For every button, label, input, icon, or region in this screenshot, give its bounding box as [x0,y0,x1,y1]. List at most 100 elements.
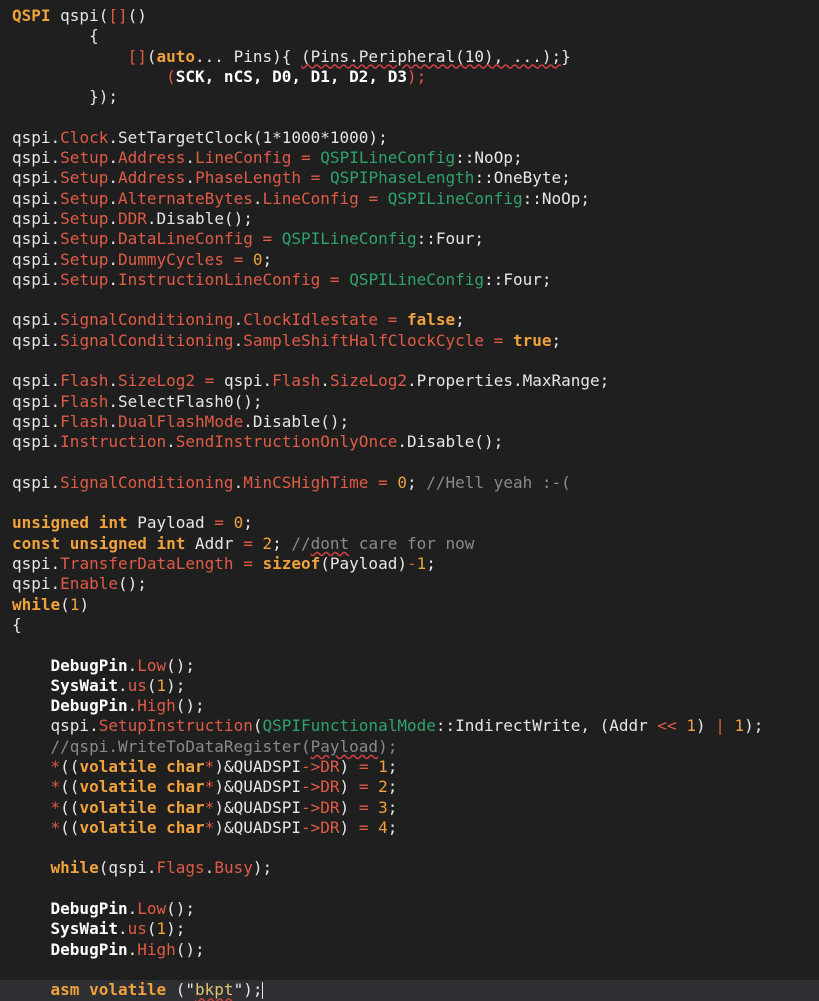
code-token: qspi. [12,249,61,269]
code-token: = [301,168,330,188]
code-token: QSPIPhaseLength [329,168,475,188]
code-line[interactable]: qspi.Setup.DDR.Disable(); [0,209,819,229]
code-line[interactable]: { [0,26,819,46]
code-line[interactable]: qspi.Flash.SelectFlash0(); [0,392,819,412]
code-line[interactable]: qspi.Setup.Address.PhaseLength = QSPIPha… [0,168,819,188]
code-token: ; [243,513,253,533]
code-token: DebugPin [50,939,128,959]
code-line[interactable]: qspi.Setup.Address.LineConfig = QSPILine… [0,148,819,168]
code-line[interactable]: SysWait.us(1); [0,676,819,696]
code-line[interactable]: DebugPin.High(); [0,940,819,960]
code-line[interactable]: DebugPin.Low(); [0,656,819,676]
code-token: Setup [60,208,109,228]
code-token: SetupInstruction [98,716,253,736]
code-token: 1 [378,756,388,776]
code-line[interactable]: qspi.SetupInstruction(QSPIFunctionalMode… [0,716,819,736]
code-line[interactable] [0,290,819,310]
code-token: false [406,310,456,330]
code-line[interactable]: }); [0,87,819,107]
code-token: LineConfig [262,188,359,208]
code-line[interactable]: qspi.Setup.InstructionLineConfig = QSPIL… [0,270,819,290]
code-token: High [137,939,176,959]
code-line[interactable]: { [0,615,819,635]
code-line[interactable]: *((volatile char*)&QUADSPI->DR) = 2; [0,777,819,797]
code-token: * [50,756,61,776]
code-line[interactable]: qspi.Instruction.SendInstructionOnlyOnce… [0,432,819,452]
code-token: ( [146,46,157,66]
code-token: = [358,188,388,208]
code-token: ; [426,554,436,574]
code-line[interactable]: DebugPin.Low(); [0,899,819,919]
code-token: ) [79,594,90,614]
code-line[interactable]: qspi.Setup.DummyCycles = 0; [0,250,819,270]
code-line[interactable]: unsigned int Payload = 0; [0,513,819,533]
code-line[interactable]: asm volatile ("bkpt"); [0,980,819,1001]
code-token: SignalConditioning [60,472,234,492]
code-token: = [252,229,282,249]
code-token: Clock [60,127,109,147]
code-token: -> [301,817,321,837]
code-line[interactable]: qspi.Flash.SizeLog2 = qspi.Flash.SizeLog… [0,371,819,391]
code-line[interactable] [0,107,819,127]
code-line[interactable]: SysWait.us(1); [0,919,819,939]
code-token: Setup [60,148,109,168]
code-token: . [108,188,118,208]
code-token: ); [744,716,764,736]
code-token: //qspi.WriteToDataRegister( [12,736,311,756]
code-token: (" [166,980,196,1000]
code-line[interactable] [0,960,819,980]
code-line[interactable]: qspi.TransferDataLength = sizeof(Payload… [0,554,819,574]
code-line[interactable]: *((volatile char*)&QUADSPI->DR) = 4; [0,818,819,838]
code-token: qspi. [12,554,61,574]
code-line[interactable]: const unsigned int Addr = 2; //dont care… [0,534,819,554]
code-line[interactable]: qspi.SignalConditioning.SampleShiftHalfC… [0,331,819,351]
code-token: . [108,208,118,228]
code-token: (); [117,574,147,594]
code-line[interactable]: (SCK, nCS, D0, D1, D2, D3); [0,67,819,87]
code-line[interactable]: qspi.Clock.SetTargetClock(1*1000*1000); [0,128,819,148]
code-line[interactable]: //qspi.WriteToDataRegister(Payload); [0,737,819,757]
code-token: sizeof [262,554,321,574]
code-line[interactable]: while(1) [0,595,819,615]
code-token: SizeLog2 [117,371,196,391]
code-line[interactable]: *((volatile char*)&QUADSPI->DR) = 1; [0,757,819,777]
code-token: while [12,594,61,614]
code-token: DualFlashMode [117,411,244,431]
code-line[interactable]: qspi.Flash.DualFlashMode.Disable(); [0,412,819,432]
code-token: ; [387,777,398,797]
code-line[interactable] [0,879,819,899]
code-line[interactable]: qspi.Enable(); [0,574,819,594]
code-line[interactable]: DebugPin.High(); [0,696,819,716]
code-token: Setup [60,269,109,289]
code-token: . [108,168,118,188]
code-line[interactable] [0,838,819,858]
code-line[interactable]: while(qspi.Flags.Busy); [0,858,819,878]
code-token: volatile char [79,817,205,837]
code-token: auto [156,46,196,66]
code-token: qspi( [50,6,109,25]
code-line[interactable]: [](auto... Pins){ (Pins.Peripheral(10), … [0,47,819,67]
code-token: qspi. [12,229,61,249]
code-token: = [358,817,369,837]
code-line[interactable]: qspi.Setup.AlternateBytes.LineConfig = Q… [0,189,819,209]
code-line[interactable] [0,493,819,513]
code-line[interactable]: qspi.Setup.DataLineConfig = QSPILineConf… [0,229,819,249]
code-token: .SelectFlash0(); [108,391,263,411]
code-line[interactable] [0,453,819,473]
code-editor[interactable]: QSPI qspi([]() { [](auto... Pins){ (Pins… [0,0,819,1001]
code-line[interactable] [0,351,819,371]
code-line[interactable]: qspi.SignalConditioning.ClockIdlestate =… [0,310,819,330]
code-token: . [108,249,118,269]
code-token: Low [137,655,167,675]
code-line[interactable]: *((volatile char*)&QUADSPI->DR) = 3; [0,798,819,818]
code-line[interactable] [0,635,819,655]
code-line[interactable]: qspi.SignalConditioning.MinCSHighTime = … [0,473,819,493]
code-line[interactable]: QSPI qspi([]() [0,6,819,26]
code-token: Setup [60,168,109,188]
code-token: . [108,411,118,431]
